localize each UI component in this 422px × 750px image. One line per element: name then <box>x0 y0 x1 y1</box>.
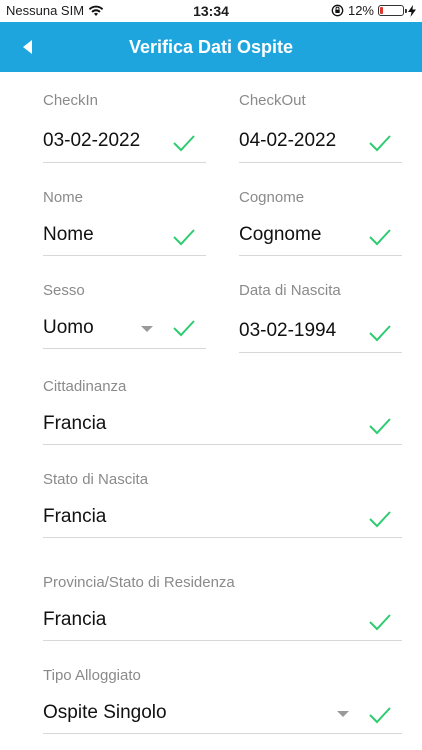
check-icon <box>369 707 391 724</box>
field-underline <box>43 733 402 734</box>
tipo-alloggiato-value[interactable]: Ospite Singolo <box>43 702 167 724</box>
stato-nascita-value[interactable]: Francia <box>43 506 106 528</box>
checkin-label: CheckIn <box>43 92 99 109</box>
sesso-value[interactable]: Uomo <box>43 317 94 339</box>
check-icon <box>369 325 391 342</box>
checkout-field[interactable]: CheckOut 04-02-2022 <box>239 92 402 164</box>
orientation-lock-icon <box>331 4 344 17</box>
field-underline <box>43 162 206 163</box>
field-underline <box>43 255 206 256</box>
checkin-value[interactable]: 03-02-2022 <box>43 130 140 152</box>
data-nascita-field[interactable]: Data di Nascita 03-02-1994 <box>239 282 402 354</box>
navigation-bar: Verifica Dati Ospite <box>0 22 422 72</box>
check-icon <box>369 135 391 152</box>
stato-nascita-field[interactable]: Stato di Nascita Francia <box>43 471 402 539</box>
dropdown-caret-icon[interactable] <box>337 711 349 717</box>
charging-bolt-icon <box>408 4 416 17</box>
field-underline <box>43 537 402 538</box>
data-nascita-value[interactable]: 03-02-1994 <box>239 320 336 342</box>
nome-label: Nome <box>43 189 84 206</box>
field-underline <box>43 444 402 445</box>
nome-value[interactable]: Nome <box>43 224 94 246</box>
sesso-label: Sesso <box>43 282 85 299</box>
check-icon <box>173 229 195 246</box>
field-underline <box>239 352 402 353</box>
page-title: Verifica Dati Ospite <box>128 37 294 57</box>
check-icon <box>369 614 391 631</box>
checkout-value[interactable]: 04-02-2022 <box>239 130 336 152</box>
checkin-field[interactable]: CheckIn 03-02-2022 <box>43 92 206 164</box>
status-bar: Nessuna SIM 13:34 12% <box>0 0 422 22</box>
tipo-alloggiato-field[interactable]: Tipo Alloggiato Ospite Singolo <box>43 667 402 735</box>
data-nascita-label: Data di Nascita <box>239 282 341 299</box>
cognome-field[interactable]: Cognome Cognome <box>239 189 402 257</box>
cittadinanza-value[interactable]: Francia <box>43 413 106 435</box>
battery-icon <box>378 5 407 16</box>
check-icon <box>369 511 391 528</box>
provincia-residenza-value[interactable]: Francia <box>43 609 106 631</box>
sesso-field[interactable]: Sesso Uomo <box>43 282 206 350</box>
dropdown-caret-icon[interactable] <box>141 326 153 332</box>
checkout-label: CheckOut <box>239 92 306 109</box>
check-icon <box>173 135 195 152</box>
cognome-value[interactable]: Cognome <box>239 224 321 246</box>
field-underline <box>43 640 402 641</box>
field-underline <box>239 162 402 163</box>
cittadinanza-label: Cittadinanza <box>43 378 127 395</box>
check-icon <box>369 229 391 246</box>
provincia-residenza-label: Provincia/Stato di Residenza <box>43 574 235 591</box>
stato-nascita-label: Stato di Nascita <box>43 471 149 488</box>
battery-percent: 12% <box>347 3 374 18</box>
tipo-alloggiato-label: Tipo Alloggiato <box>43 667 141 684</box>
check-icon <box>369 418 391 435</box>
check-icon <box>173 320 195 337</box>
cognome-label: Cognome <box>239 189 305 206</box>
provincia-residenza-field[interactable]: Provincia/Stato di Residenza Francia <box>43 574 402 642</box>
status-right: 12% <box>331 3 416 18</box>
field-underline <box>239 255 402 256</box>
cittadinanza-field[interactable]: Cittadinanza Francia <box>43 378 402 446</box>
field-underline <box>43 348 206 349</box>
nome-field[interactable]: Nome Nome <box>43 189 206 257</box>
